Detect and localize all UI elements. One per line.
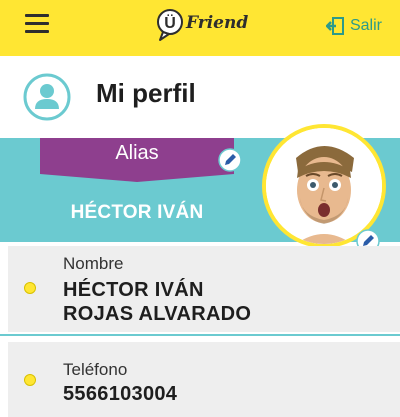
status-dot: [24, 282, 36, 294]
name-value-line2: ROJAS ALVARADO: [63, 303, 252, 325]
logout-button[interactable]: Salir: [325, 16, 382, 36]
app-header: Ü Friend Salir: [0, 0, 400, 56]
pencil-edit-icon: [218, 148, 242, 172]
hamburger-menu-icon[interactable]: [25, 14, 49, 34]
brand-mark: Ü: [164, 13, 176, 32]
name-label: Nombre: [63, 254, 124, 273]
phone-label: Teléfono: [63, 360, 128, 379]
phone-field-card[interactable]: Teléfono 5566103004: [8, 342, 400, 417]
brand-word: Friend: [185, 13, 248, 33]
field-divider: [0, 334, 400, 336]
phone-value: 5566103004: [63, 383, 178, 405]
name-value-line1: HÉCTOR IVÁN: [63, 279, 204, 301]
name-field-card[interactable]: Nombre HÉCTOR IVÁN ROJAS ALVARADO: [8, 246, 400, 332]
alias-value: HÉCTOR IVÁN: [70, 202, 204, 223]
alias-edit-button[interactable]: [218, 148, 242, 172]
exit-icon: [325, 17, 344, 35]
user-avatar-icon: [22, 72, 72, 122]
alias-label: Alias: [115, 142, 159, 164]
page-title: Mi perfil: [96, 78, 196, 108]
status-dot: [24, 374, 36, 386]
logout-label: Salir: [349, 17, 382, 34]
app-logo: Ü Friend: [154, 4, 254, 46]
